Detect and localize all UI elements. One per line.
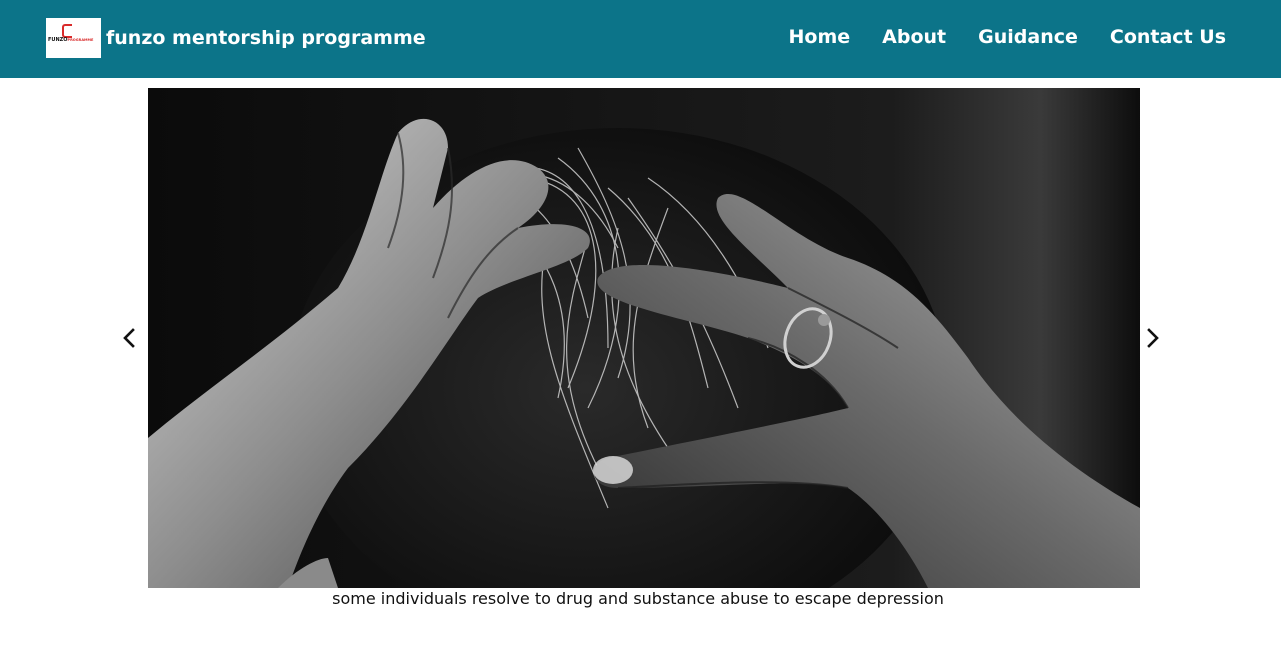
logo-mark-icon: [62, 24, 72, 38]
chevron-right-icon: [1147, 328, 1159, 348]
carousel-caption: some individuals resolve to drug and sub…: [148, 588, 1140, 610]
carousel-slide-image: [148, 88, 1140, 588]
main-nav: Home About Guidance Contact Us: [789, 24, 1226, 50]
nav-link-about[interactable]: About: [882, 24, 946, 50]
logo-wordmark: FUNZOPROGRAMME: [48, 37, 94, 43]
brand-title[interactable]: funzo mentorship programme: [106, 26, 426, 50]
navbar: FUNZOPROGRAMME funzo mentorship programm…: [0, 0, 1281, 78]
nav-link-guidance[interactable]: Guidance: [978, 24, 1078, 50]
caption-text: some individuals resolve to drug and sub…: [332, 589, 944, 608]
nav-link-contact-us[interactable]: Contact Us: [1110, 24, 1226, 50]
slide-photo: [148, 88, 1140, 588]
brand-logo[interactable]: FUNZOPROGRAMME: [46, 18, 101, 58]
carousel-prev-button[interactable]: [118, 326, 142, 350]
nav-link-home[interactable]: Home: [789, 24, 851, 50]
chevron-left-icon: [123, 328, 135, 348]
carousel-next-button[interactable]: [1140, 326, 1164, 350]
